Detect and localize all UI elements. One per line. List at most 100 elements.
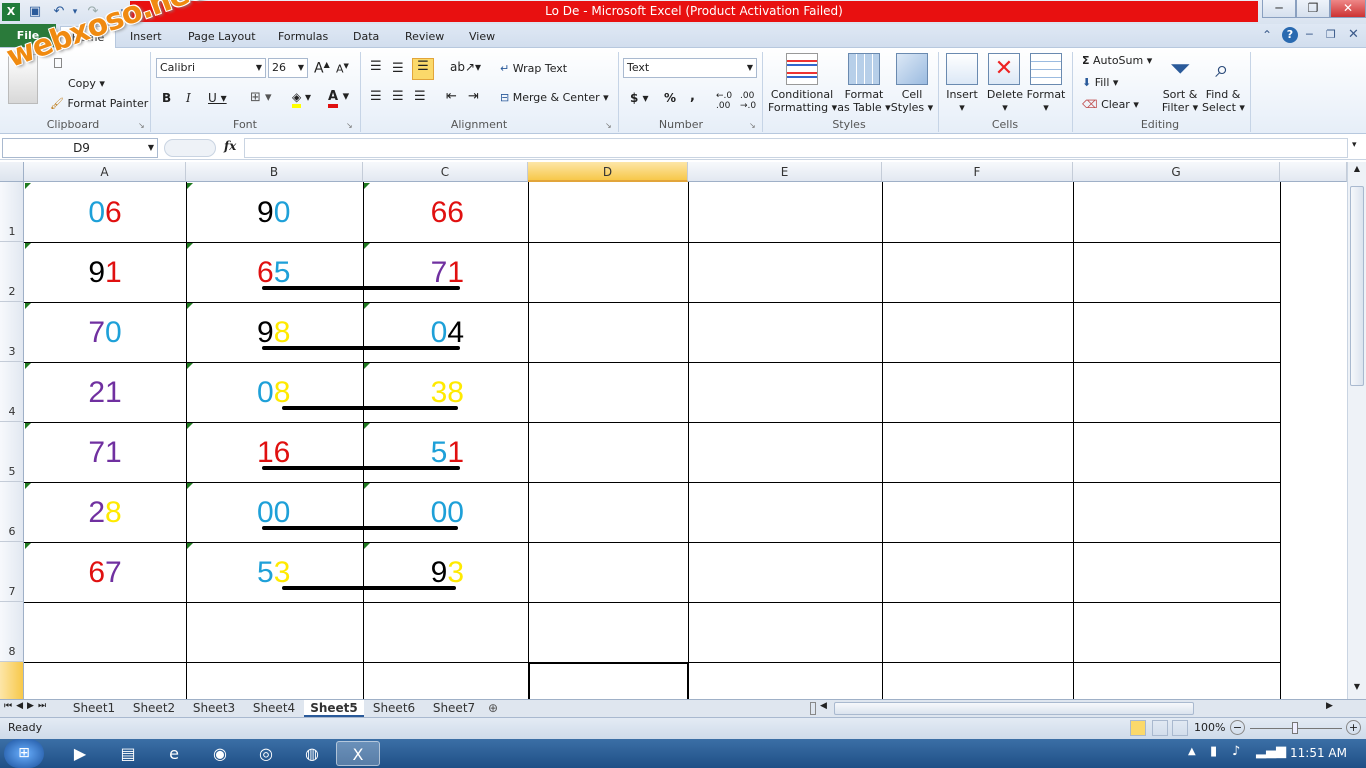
- doc-close-icon[interactable]: ✕: [1348, 27, 1359, 42]
- tab-data[interactable]: Data: [343, 26, 389, 48]
- hscroll-thumb[interactable]: [834, 702, 1194, 715]
- sheet-tab-sheet6[interactable]: Sheet6: [364, 700, 424, 717]
- cell-b5[interactable]: 16: [186, 422, 363, 482]
- drawn-line-row-6[interactable]: [262, 526, 458, 530]
- font-name-select[interactable]: Calibri ▼: [156, 58, 266, 78]
- start-button[interactable]: ⊞: [4, 739, 44, 768]
- cell-b1[interactable]: 90: [186, 182, 363, 242]
- media-player-icon[interactable]: ▶: [58, 741, 102, 766]
- grow-font-icon[interactable]: A▲: [314, 60, 330, 77]
- scroll-up-icon[interactable]: ▲: [1350, 164, 1364, 178]
- align-center-icon[interactable]: ☰: [392, 89, 404, 104]
- tray-arrow-icon[interactable]: ▲: [1188, 746, 1196, 757]
- maximize-button[interactable]: ❐: [1296, 0, 1330, 18]
- cell-c6[interactable]: 00: [363, 482, 528, 542]
- font-size-select[interactable]: 26 ▼: [268, 58, 308, 78]
- normal-view-icon[interactable]: [1130, 720, 1146, 736]
- excel-taskbar-icon[interactable]: X: [336, 741, 380, 766]
- save-icon[interactable]: ▣: [26, 3, 44, 21]
- cell-a3[interactable]: 70: [24, 302, 186, 362]
- drawn-line-row-3[interactable]: [262, 346, 460, 350]
- close-button[interactable]: ✕: [1330, 0, 1366, 18]
- cell-b3[interactable]: 98: [186, 302, 363, 362]
- expand-formula-icon[interactable]: ▾: [1352, 140, 1357, 150]
- row-header-1[interactable]: 1: [0, 182, 24, 242]
- percent-button[interactable]: %: [664, 91, 676, 105]
- sheet-nav-icons[interactable]: ⏮◀▶⏭: [4, 701, 50, 711]
- cell-c4[interactable]: 38: [363, 362, 528, 422]
- cell-a5[interactable]: 71: [24, 422, 186, 482]
- column-header-h[interactable]: [1280, 162, 1347, 182]
- format-as-table-button[interactable]: Format as Table ▾: [836, 88, 892, 114]
- cell-c7[interactable]: 93: [363, 542, 528, 602]
- tab-page-layout[interactable]: Page Layout: [178, 26, 266, 48]
- find-select-button[interactable]: Find & Select ▾: [1202, 88, 1245, 114]
- insert-sheet-icon[interactable]: ⊕: [488, 701, 498, 715]
- align-right-icon[interactable]: ☰: [414, 89, 426, 104]
- format-painter-button[interactable]: 🖌 Format Painter: [50, 97, 148, 110]
- chrome-icon[interactable]: ◉: [198, 741, 242, 766]
- sheet-tab-sheet7[interactable]: Sheet7: [424, 700, 484, 717]
- merge-center-button[interactable]: ⊟ Merge & Center ▾: [500, 91, 609, 104]
- underline-button[interactable]: U ▾: [208, 91, 227, 105]
- name-box[interactable]: D9 ▼: [2, 138, 158, 158]
- cell-b6[interactable]: 00: [186, 482, 363, 542]
- cell-b7[interactable]: 53: [186, 542, 363, 602]
- cell-a2[interactable]: 91: [24, 242, 186, 302]
- insert-button[interactable]: Insert ▾: [942, 88, 982, 114]
- row-header-5[interactable]: 5: [0, 422, 24, 482]
- coccoc-icon[interactable]: ◎: [244, 741, 288, 766]
- row-header-2[interactable]: 2: [0, 242, 24, 302]
- drawn-line-row-7[interactable]: [282, 586, 456, 590]
- align-top-icon[interactable]: ☰: [370, 59, 382, 74]
- align-bottom-button[interactable]: ☰: [412, 58, 434, 80]
- column-header-a[interactable]: A: [24, 162, 186, 182]
- minimize-button[interactable]: ─: [1262, 0, 1296, 18]
- explorer-icon[interactable]: ▤: [106, 741, 150, 766]
- row-header-6[interactable]: 6: [0, 482, 24, 542]
- cell-a6[interactable]: 28: [24, 482, 186, 542]
- shrink-font-icon[interactable]: A▼: [336, 62, 349, 76]
- split-handle[interactable]: [810, 702, 816, 715]
- cell-c3[interactable]: 04: [363, 302, 528, 362]
- number-launcher-icon[interactable]: ↘: [749, 121, 756, 130]
- page-layout-view-icon[interactable]: [1152, 720, 1168, 736]
- cell-styles-button[interactable]: Cell Styles ▾: [890, 88, 934, 114]
- network-icon[interactable]: ▂▄▆: [1256, 744, 1286, 759]
- delete-button[interactable]: Delete ▾: [984, 88, 1026, 114]
- cell-c2[interactable]: 71: [363, 242, 528, 302]
- hscroll-left-icon[interactable]: ◀: [820, 701, 827, 711]
- clear-button[interactable]: ⌫ Clear ▾: [1082, 98, 1139, 111]
- column-header-f[interactable]: F: [882, 162, 1073, 182]
- borders-icon[interactable]: ⊞ ▾: [250, 90, 272, 105]
- comma-button[interactable]: ,: [690, 89, 695, 104]
- cell-c1[interactable]: 66: [363, 182, 528, 242]
- cell-a7[interactable]: 67: [24, 542, 186, 602]
- cell-b2[interactable]: 65: [186, 242, 363, 302]
- cell-a4[interactable]: 21: [24, 362, 186, 422]
- sheet-tab-sheet5[interactable]: Sheet5: [304, 700, 364, 717]
- conditional-formatting-button[interactable]: Conditional Formatting ▾: [768, 88, 837, 114]
- help-icon[interactable]: ?: [1282, 27, 1298, 43]
- row-header-7[interactable]: 7: [0, 542, 24, 602]
- drawn-line-row-5[interactable]: [262, 466, 460, 470]
- scroll-down-icon[interactable]: ▼: [1350, 682, 1364, 696]
- font-color-icon[interactable]: A ▾: [328, 89, 349, 108]
- hscroll-right-icon[interactable]: ▶: [1326, 701, 1333, 711]
- decrease-decimal-icon[interactable]: .00 →.0: [740, 91, 756, 111]
- tab-review[interactable]: Review: [395, 26, 454, 48]
- row-header-4[interactable]: 4: [0, 362, 24, 422]
- sheet-tab-sheet1[interactable]: Sheet1: [64, 700, 124, 717]
- doc-restore-icon[interactable]: ❐: [1326, 28, 1336, 41]
- clock[interactable]: 11:51 AM: [1290, 746, 1347, 760]
- formula-bar-handle[interactable]: [164, 139, 216, 157]
- doc-minimize-icon[interactable]: ─: [1306, 28, 1313, 41]
- cell-a1[interactable]: 06: [24, 182, 186, 242]
- sort-filter-button[interactable]: Sort & Filter ▾: [1158, 88, 1202, 114]
- wrap-text-button[interactable]: ↵ Wrap Text: [500, 62, 567, 75]
- autosum-button[interactable]: Σ AutoSum ▾: [1082, 54, 1152, 67]
- format-button[interactable]: Format ▾: [1024, 88, 1068, 114]
- column-header-b[interactable]: B: [186, 162, 363, 182]
- zoom-slider-thumb[interactable]: [1292, 722, 1298, 734]
- fill-color-icon[interactable]: ◈ ▾: [292, 90, 311, 108]
